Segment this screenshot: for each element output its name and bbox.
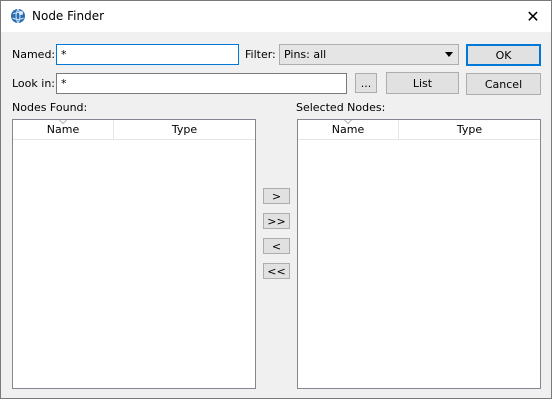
remove-all-label: <<: [267, 264, 286, 278]
add-all-label: >>: [267, 214, 286, 228]
remove-all-button[interactable]: <<: [263, 263, 290, 279]
close-icon: ✕: [526, 7, 540, 26]
cancel-button-label: Cancel: [484, 77, 523, 91]
named-input-value: *: [61, 48, 67, 61]
sort-caret-icon: [59, 120, 67, 124]
selected-nodes-column-name-label: Name: [331, 123, 365, 136]
look-in-input-value: *: [61, 77, 67, 90]
filter-dropdown[interactable]: Pins: all: [279, 44, 459, 65]
browse-button-label: ...: [360, 76, 372, 90]
nodes-found-label: Nodes Found:: [12, 101, 88, 114]
ok-button-label: OK: [495, 48, 512, 62]
list-button-label: List: [412, 76, 433, 90]
add-selected-label: >: [271, 189, 282, 203]
nodes-found-list[interactable]: Name Type: [12, 119, 256, 389]
selected-nodes-column-type[interactable]: Type: [399, 120, 540, 140]
look-in-input[interactable]: *: [56, 73, 347, 94]
remove-selected-button[interactable]: <: [263, 238, 290, 254]
add-all-button[interactable]: >>: [263, 213, 290, 229]
selected-nodes-column-name[interactable]: Name: [298, 120, 399, 140]
cancel-button[interactable]: Cancel: [466, 73, 541, 95]
nodes-found-column-type-label: Type: [171, 123, 198, 136]
sort-caret-icon: [344, 120, 352, 124]
selected-nodes-label: Selected Nodes:: [296, 101, 386, 114]
nodes-found-column-type[interactable]: Type: [114, 120, 255, 140]
look-in-label: Look in:: [12, 77, 55, 90]
browse-button[interactable]: ...: [355, 73, 377, 93]
node-finder-globe-icon: [11, 8, 25, 24]
filter-label: Filter:: [245, 48, 276, 61]
title-bar[interactable]: Node Finder ✕: [1, 1, 551, 32]
filter-selected-value: Pins: all: [284, 48, 327, 61]
nodes-found-column-name-label: Name: [46, 123, 80, 136]
named-label: Named:: [12, 48, 56, 61]
add-selected-button[interactable]: >: [263, 188, 290, 204]
nodes-found-column-name[interactable]: Name: [13, 120, 114, 140]
chevron-down-icon: [445, 52, 453, 57]
list-button[interactable]: List: [386, 72, 459, 94]
named-input[interactable]: *: [56, 44, 239, 65]
node-finder-window: Node Finder ✕ Named: * Filter: Pins: all…: [0, 0, 552, 399]
window-title: Node Finder: [32, 9, 105, 23]
selected-nodes-column-type-label: Type: [456, 123, 483, 136]
selected-nodes-list[interactable]: Name Type: [297, 119, 541, 389]
remove-selected-label: <: [271, 239, 282, 253]
close-button[interactable]: ✕: [515, 1, 551, 32]
ok-button[interactable]: OK: [466, 44, 541, 66]
